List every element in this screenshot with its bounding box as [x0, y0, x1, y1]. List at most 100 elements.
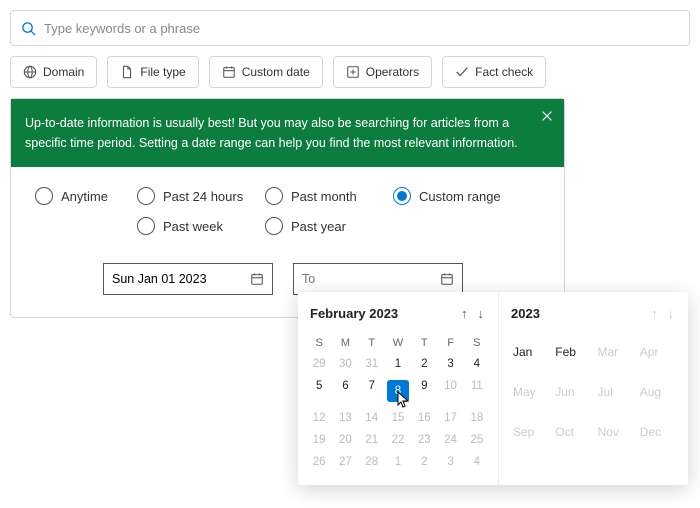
globe-icon [23, 65, 37, 79]
filter-label: Operators [366, 65, 419, 79]
calendar-month: February 2023 ↑ ↓ SMTWTFS293031123456789… [298, 292, 498, 485]
calendar-day[interactable]: 6 [332, 375, 358, 407]
month-cell: Oct [551, 419, 593, 445]
calendar-day[interactable]: 18 [464, 407, 490, 429]
filter-factcheck[interactable]: Fact check [442, 56, 546, 88]
calendar-icon [440, 272, 454, 286]
calendar-icon [250, 272, 264, 286]
calendar-grid: SMTWTFS293031123456789101112131415161718… [306, 333, 490, 473]
calendar-day[interactable]: 27 [332, 451, 358, 473]
calendar-day[interactable]: 16 [411, 407, 437, 429]
calendar-day[interactable]: 15 [385, 407, 411, 429]
date-to-placeholder: To [302, 272, 315, 286]
filter-label: Fact check [475, 65, 533, 79]
calendar-day[interactable]: 31 [359, 353, 385, 375]
calendar-year-panel: 2023 ↑ ↓ JanFebMarAprMayJunJulAugSepOctN… [498, 292, 688, 485]
date-panel: Up-to-date information is usually best! … [10, 98, 565, 318]
month-cell: Mar [594, 339, 636, 365]
calendar-dow: S [306, 333, 332, 353]
calendar-day[interactable]: 9 [411, 375, 437, 407]
calendar-title[interactable]: February 2023 [310, 306, 398, 321]
calendar-day[interactable]: 26 [306, 451, 332, 473]
calendar-day[interactable]: 25 [464, 429, 490, 451]
calendar-day[interactable]: 24 [437, 429, 463, 451]
radio-area: Anytime Past 24 hours Past month Custom … [11, 167, 564, 263]
month-cell: Aug [636, 379, 678, 405]
tip-close-button[interactable] [540, 109, 554, 129]
filter-operators[interactable]: Operators [333, 56, 432, 88]
calendar-day[interactable]: 20 [332, 429, 358, 451]
calendar-day[interactable]: 3 [437, 353, 463, 375]
calendar-day[interactable]: 2 [411, 353, 437, 375]
calendar-day[interactable]: 29 [306, 353, 332, 375]
calendar-dow: W [385, 333, 411, 353]
tip-banner: Up-to-date information is usually best! … [11, 99, 564, 167]
year-title[interactable]: 2023 [511, 306, 540, 321]
calendar-day[interactable]: 8 [385, 375, 411, 407]
calendar-day[interactable]: 23 [411, 429, 437, 451]
calendar-day[interactable]: 19 [306, 429, 332, 451]
calendar-next[interactable]: ↓ [476, 304, 487, 323]
calendar-dow: T [359, 333, 385, 353]
search-icon [21, 21, 36, 36]
filter-row: Domain File type Custom date Operators F… [10, 56, 690, 88]
plus-box-icon [346, 65, 360, 79]
radio-pastmonth[interactable]: Past month [265, 187, 393, 205]
calendar-day[interactable]: 4 [464, 353, 490, 375]
calendar-day[interactable]: 10 [437, 375, 463, 407]
date-from-value: Sun Jan 01 2023 [112, 272, 207, 286]
calendar-icon [222, 65, 236, 79]
calendar-dow: S [464, 333, 490, 353]
filter-filetype[interactable]: File type [107, 56, 198, 88]
filter-label: Domain [43, 65, 84, 79]
search-input[interactable] [44, 21, 679, 36]
calendar-day[interactable]: 13 [332, 407, 358, 429]
calendar-day[interactable]: 30 [332, 353, 358, 375]
month-cell[interactable]: Jan [509, 339, 551, 365]
month-cell: May [509, 379, 551, 405]
month-cell[interactable]: Feb [551, 339, 593, 365]
month-cell: Jul [594, 379, 636, 405]
calendar-day[interactable]: 3 [437, 451, 463, 473]
calendar-day[interactable]: 4 [464, 451, 490, 473]
date-to-field[interactable]: To [293, 263, 463, 295]
calendar-day[interactable]: 28 [359, 451, 385, 473]
calendar-day[interactable]: 5 [306, 375, 332, 407]
file-icon [120, 65, 134, 79]
calendar-prev[interactable]: ↑ [459, 304, 470, 323]
radio-custom[interactable]: Custom range [393, 187, 521, 205]
calendar-day[interactable]: 7 [359, 375, 385, 407]
calendar-day[interactable]: 2 [411, 451, 437, 473]
filter-domain[interactable]: Domain [10, 56, 97, 88]
date-from-field[interactable]: Sun Jan 01 2023 [103, 263, 273, 295]
calendar-day[interactable]: 11 [464, 375, 490, 407]
year-prev[interactable]: ↑ [649, 304, 660, 323]
calendar-day[interactable]: 1 [385, 451, 411, 473]
calendar-day[interactable]: 12 [306, 407, 332, 429]
calendar-day[interactable]: 22 [385, 429, 411, 451]
close-icon [540, 109, 554, 123]
calendar-day[interactable]: 17 [437, 407, 463, 429]
filter-label: File type [140, 65, 185, 79]
month-cell: Sep [509, 419, 551, 445]
tip-text: Up-to-date information is usually best! … [25, 116, 518, 150]
month-cell: Jun [551, 379, 593, 405]
year-next[interactable]: ↓ [666, 304, 677, 323]
radio-pastyear[interactable]: Past year [265, 217, 393, 235]
calendar-dow: M [332, 333, 358, 353]
calendar-day[interactable]: 1 [385, 353, 411, 375]
month-cell: Apr [636, 339, 678, 365]
calendar-dow: T [411, 333, 437, 353]
radio-anytime[interactable]: Anytime [35, 187, 137, 205]
filter-customdate[interactable]: Custom date [209, 56, 323, 88]
radio-pastweek[interactable]: Past week [137, 217, 265, 235]
month-cell: Dec [636, 419, 678, 445]
calendar-day[interactable]: 21 [359, 429, 385, 451]
radio-past24[interactable]: Past 24 hours [137, 187, 265, 205]
date-picker-popover: February 2023 ↑ ↓ SMTWTFS293031123456789… [298, 292, 688, 485]
month-grid: JanFebMarAprMayJunJulAugSepOctNovDec [507, 333, 680, 451]
filter-label: Custom date [242, 65, 310, 79]
calendar-day[interactable]: 14 [359, 407, 385, 429]
search-bar[interactable] [10, 10, 690, 46]
calendar-dow: F [437, 333, 463, 353]
